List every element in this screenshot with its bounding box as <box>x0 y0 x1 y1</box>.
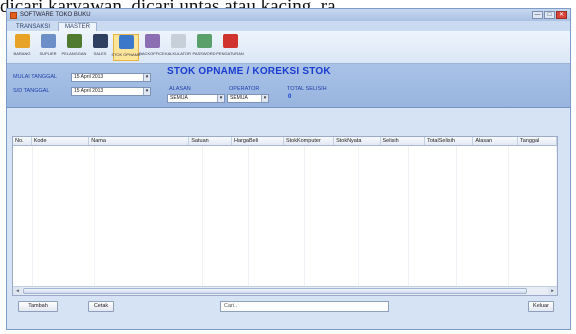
chevron-down-icon: ▾ <box>143 74 150 81</box>
ribbon-button-suplier[interactable]: SUPLIER <box>35 34 61 61</box>
column-divider <box>304 146 305 286</box>
sales-icon <box>92 34 108 48</box>
minimize-button[interactable]: — <box>532 11 543 19</box>
ribbon-button-barang[interactable]: BARANG <box>9 34 35 61</box>
page-title: STOK OPNAME / KOREKSI STOK <box>167 66 331 77</box>
column-header-kode[interactable]: Kode <box>32 137 90 145</box>
ribbon-button-password[interactable]: PASSWORD <box>191 34 217 61</box>
sd-tanggal-value: 15 April 2013 <box>74 88 104 94</box>
horizontal-scrollbar[interactable]: ◂ ▸ <box>13 286 557 295</box>
password-icon <box>196 34 212 48</box>
chevron-down-icon: ▾ <box>217 95 224 102</box>
ribbon-button-label: PASSWORD <box>192 51 216 56</box>
ribbon-button-label: STOK OPNAME <box>111 52 141 57</box>
pengaturan-icon <box>222 34 238 48</box>
alasan-select[interactable]: SEMUA ▾ <box>167 94 225 103</box>
suplier-icon <box>40 34 56 48</box>
backoffice-icon <box>144 34 160 48</box>
table-header: No. Kode Nama Satuan HargaBeli StokKomputer St… <box>13 137 557 146</box>
maximize-button[interactable]: □ <box>544 11 555 19</box>
column-divider <box>32 146 33 286</box>
column-divider <box>248 146 249 286</box>
mulai-tanggal-value: 15 April 2013 <box>74 74 104 80</box>
column-divider <box>94 146 95 286</box>
tab-master[interactable]: MASTER <box>58 22 98 31</box>
column-divider <box>508 146 509 286</box>
sd-tanggal-picker[interactable]: 15 April 2013 ▾ <box>71 87 151 96</box>
mulai-tanggal-label: MULAI TANGGAL <box>13 74 58 80</box>
ribbon-button-pelanggan[interactable]: PELANGGAN <box>61 34 87 61</box>
column-divider <box>456 146 457 286</box>
alasan-label: ALASAN <box>169 86 191 92</box>
bottom-toolbar: Tambah Cetak Cari.. Keluar <box>12 301 558 313</box>
pelanggan-icon <box>66 34 82 48</box>
ribbon-button-pengaturan[interactable]: PENGATURAN <box>216 34 244 61</box>
window-title: SOFTWARE TOKO BUKU <box>20 12 91 18</box>
column-divider <box>202 146 203 286</box>
operator-value: SEMUA <box>230 95 248 101</box>
table-body[interactable] <box>13 146 557 286</box>
total-selisih-value: 0 <box>288 94 292 100</box>
ribbon-button-label: KALKULATOR <box>164 51 192 56</box>
stok-opname-table[interactable]: No. Kode Nama Satuan HargaBeli StokKomputer St… <box>12 136 558 296</box>
column-header-nama[interactable]: Nama <box>89 137 190 145</box>
column-header-totalselisih[interactable]: TotalSelisih <box>425 137 474 145</box>
filter-panel: MULAI TANGGAL 15 April 2013 ▾ S/D TANGGA… <box>7 64 570 108</box>
ribbon-button-label: SUPLIER <box>39 51 57 56</box>
keluar-button[interactable]: Keluar <box>528 301 554 312</box>
chevron-down-icon: ▾ <box>143 88 150 95</box>
ribbon-toolbar: BARANG SUPLIER PELANGGAN SALES STOK OPNAME BA… <box>7 31 570 64</box>
ribbon-button-label: SALES <box>93 51 107 56</box>
chevron-down-icon: ▾ <box>261 95 268 102</box>
operator-select[interactable]: SEMUA ▾ <box>227 94 269 103</box>
alasan-value: SEMUA <box>170 95 188 101</box>
column-header-satuan[interactable]: Satuan <box>189 137 232 145</box>
sd-tanggal-label: S/D TANGGAL <box>13 88 50 94</box>
column-header-hargabeli[interactable]: HargaBeli <box>232 137 284 145</box>
ribbon-button-label: PELANGGAN <box>61 51 87 56</box>
scroll-left-icon[interactable]: ◂ <box>13 287 22 295</box>
ribbon-tabs: TRANSAKSI MASTER <box>7 21 570 31</box>
column-divider <box>556 146 557 286</box>
column-divider <box>408 146 409 286</box>
ribbon-button-sales[interactable]: SALES <box>87 34 113 61</box>
search-input[interactable]: Cari.. <box>220 301 389 312</box>
column-header-stoknyata[interactable]: StokNyata <box>334 137 381 145</box>
ribbon-button-kalkulator[interactable]: KALKULATOR <box>165 34 191 61</box>
ribbon-button-label: BACKOFFICE <box>139 51 165 56</box>
ribbon-button-backoffice[interactable]: BACKOFFICE <box>139 34 165 61</box>
operator-label: OPERATOR <box>229 86 260 92</box>
ribbon-button-label: PENGATURAN <box>216 51 244 56</box>
column-header-no[interactable]: No. <box>13 137 32 145</box>
column-header-tanggal[interactable]: Tanggal <box>518 137 557 145</box>
scrollbar-thumb[interactable] <box>23 288 527 294</box>
kalkulator-icon <box>170 34 186 48</box>
column-header-stokkomputer[interactable]: StokKomputer <box>284 137 335 145</box>
column-header-alasan[interactable]: Alasan <box>473 137 518 145</box>
barang-icon <box>14 34 30 48</box>
total-selisih-label: TOTAL SELISIH <box>287 86 327 92</box>
cetak-button[interactable]: Cetak <box>88 301 114 312</box>
app-icon <box>10 11 17 19</box>
ribbon-button-label: BARANG <box>13 51 31 56</box>
window-controls: — □ ✕ <box>532 11 570 19</box>
title-bar: SOFTWARE TOKO BUKU — □ ✕ <box>7 9 570 21</box>
stok-opname-icon <box>118 35 134 49</box>
tab-transaksi[interactable]: TRANSAKSI <box>10 23 56 31</box>
column-divider <box>358 146 359 286</box>
tambah-button[interactable]: Tambah <box>18 301 58 312</box>
ribbon-button-stok-opname[interactable]: STOK OPNAME <box>111 34 141 61</box>
mulai-tanggal-picker[interactable]: 15 April 2013 ▾ <box>71 73 151 82</box>
close-button[interactable]: ✕ <box>556 11 567 19</box>
scroll-right-icon[interactable]: ▸ <box>548 287 557 295</box>
column-header-selisih[interactable]: Selisih <box>381 137 426 145</box>
